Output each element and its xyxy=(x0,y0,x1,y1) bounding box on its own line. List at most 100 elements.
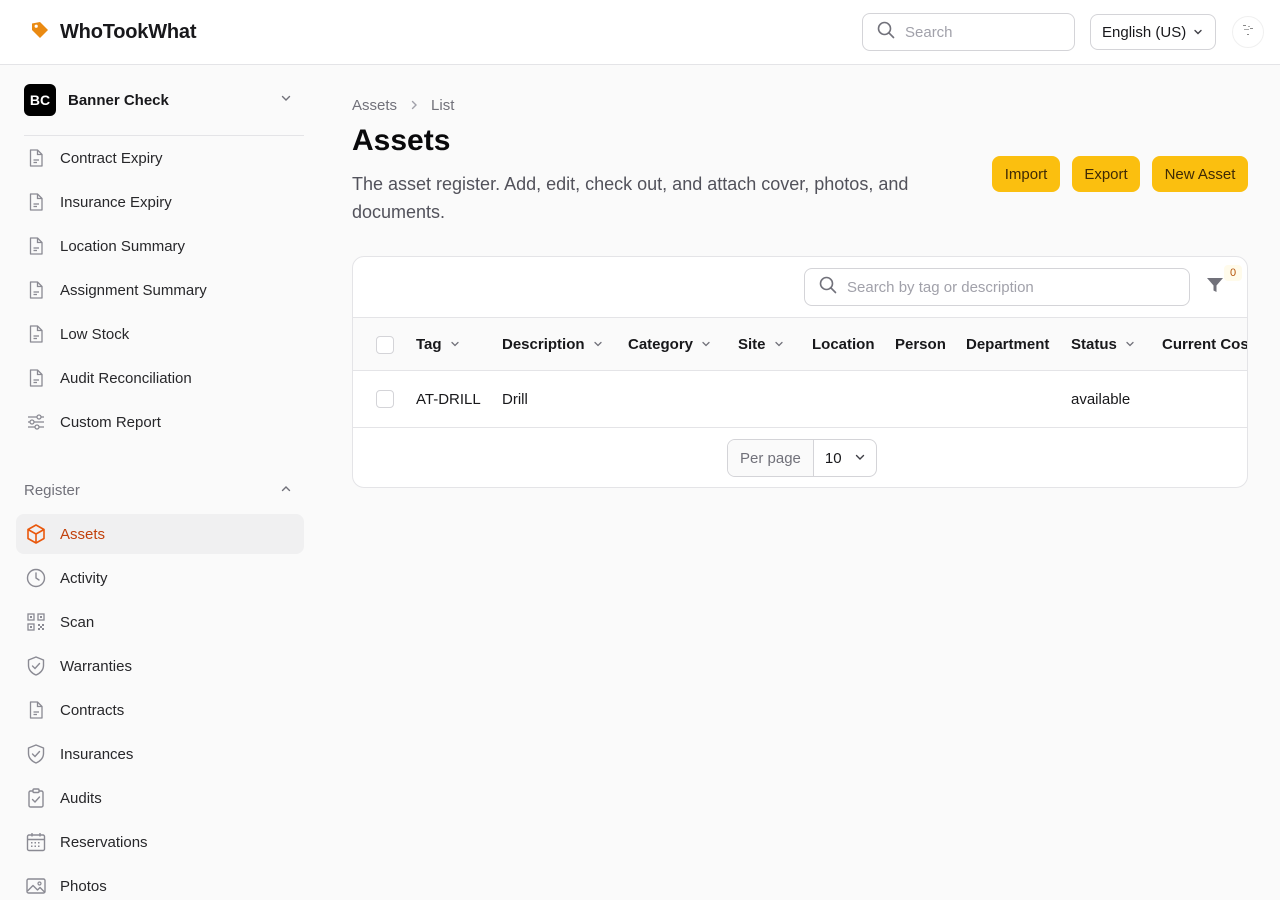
section-label: Register xyxy=(24,481,80,499)
clipboard-check-icon xyxy=(25,787,47,809)
column-label: Site xyxy=(738,335,766,353)
column-header-current-cost: Current Cost xyxy=(1162,318,1248,370)
sidebar-item-insurances[interactable]: Insurances xyxy=(16,734,304,774)
sidebar-item-assignment-summary[interactable]: Assignment Summary xyxy=(16,270,304,310)
chevron-down-icon xyxy=(1193,24,1203,41)
brand-name: WhoTookWhat xyxy=(60,21,197,43)
chevron-down-icon xyxy=(854,450,866,467)
table-header: Tag Description Category Site Location P… xyxy=(353,317,1248,371)
sidebar-item-assets[interactable]: Assets xyxy=(16,514,304,554)
document-icon xyxy=(25,323,47,345)
sidebar-item-label: Reservations xyxy=(60,833,148,851)
select-all-checkbox[interactable] xyxy=(376,336,394,354)
register-section-toggle[interactable]: Register xyxy=(24,481,304,499)
sidebar-item-custom-report[interactable]: Custom Report xyxy=(16,402,304,442)
sidebar-item-label: Low Stock xyxy=(60,325,130,343)
column-header-description[interactable]: Description xyxy=(502,318,603,370)
document-icon xyxy=(25,279,47,301)
search-icon xyxy=(877,21,895,44)
org-badge: BC xyxy=(24,84,56,116)
assets-table-card: 0 Tag Description Category Site Location… xyxy=(352,256,1248,488)
document-icon xyxy=(25,191,47,213)
tag-logo-icon xyxy=(30,20,50,45)
document-icon xyxy=(25,367,47,389)
breadcrumb: Assets List xyxy=(352,97,454,114)
brand[interactable]: WhoTookWhat xyxy=(30,20,196,45)
sidebar-item-label: Custom Report xyxy=(60,413,161,431)
column-label: Description xyxy=(502,335,585,353)
column-label: Status xyxy=(1071,335,1117,353)
chevron-down-icon xyxy=(280,91,292,109)
column-header-department: Department xyxy=(966,318,1049,370)
sidebar: BC Banner Check Contract Expiry Insuranc… xyxy=(0,65,320,900)
sidebar-item-label: Assets xyxy=(60,525,106,543)
sidebar-item-warranties[interactable]: Warranties xyxy=(16,646,304,686)
per-page-control: Per page 10 xyxy=(727,439,877,477)
sidebar-item-audits[interactable]: Audits xyxy=(16,778,304,818)
chevron-up-icon xyxy=(280,482,292,499)
export-button[interactable]: Export xyxy=(1072,156,1140,192)
sidebar-item-label: Activity xyxy=(60,569,108,587)
per-page-label: Per page xyxy=(728,440,814,476)
sidebar-item-contract-expiry[interactable]: Contract Expiry xyxy=(16,138,304,178)
sidebar-item-activity[interactable]: Activity xyxy=(16,558,304,598)
breadcrumb-current: List xyxy=(431,97,455,114)
org-name: Banner Check xyxy=(68,91,169,109)
language-value: English (US) xyxy=(1102,23,1187,41)
shield-check-icon xyxy=(25,655,47,677)
column-label: Person xyxy=(895,335,946,353)
page-title: Assets xyxy=(352,124,451,157)
cell-tag[interactable]: AT-DRILL xyxy=(416,371,481,427)
sidebar-item-label: Contract Expiry xyxy=(60,149,163,167)
document-icon xyxy=(25,699,47,721)
qr-avatar-icon xyxy=(1241,23,1255,42)
cell-status: available xyxy=(1071,390,1131,408)
row-checkbox[interactable] xyxy=(376,390,394,408)
column-label: Current Cost xyxy=(1162,335,1248,353)
sidebar-item-scan[interactable]: Scan xyxy=(16,602,304,642)
column-header-status[interactable]: Status xyxy=(1071,318,1135,370)
sidebar-item-audit-reconciliation[interactable]: Audit Reconciliation xyxy=(16,358,304,398)
sidebar-item-label: Photos xyxy=(60,877,107,895)
cube-icon xyxy=(25,523,47,545)
column-header-location: Location xyxy=(812,318,875,370)
language-select[interactable]: English (US) xyxy=(1090,14,1216,50)
per-page-select[interactable]: 10 xyxy=(814,440,876,476)
sidebar-item-label: Insurances xyxy=(60,745,134,763)
column-label: Tag xyxy=(416,335,442,353)
calendar-icon xyxy=(25,831,47,853)
new-asset-button[interactable]: New Asset xyxy=(1152,156,1248,192)
column-header-site[interactable]: Site xyxy=(738,318,784,370)
table-search-input[interactable] xyxy=(847,278,1167,296)
column-label: Location xyxy=(812,335,875,353)
sidebar-item-low-stock[interactable]: Low Stock xyxy=(16,314,304,354)
chevron-down-icon xyxy=(450,336,460,353)
filter-count-badge: 0 xyxy=(1224,265,1242,281)
sidebar-item-label: Audits xyxy=(60,789,102,807)
global-search-input[interactable] xyxy=(905,23,1055,41)
sidebar-item-label: Location Summary xyxy=(60,237,186,255)
sidebar-item-label: Warranties xyxy=(60,657,132,675)
table-search[interactable] xyxy=(804,268,1190,306)
column-header-category[interactable]: Category xyxy=(628,318,711,370)
org-switcher[interactable]: BC Banner Check xyxy=(24,84,304,116)
sidebar-divider xyxy=(24,135,304,136)
sidebar-item-reservations[interactable]: Reservations xyxy=(16,822,304,862)
sidebar-item-photos[interactable]: Photos xyxy=(16,866,304,900)
table-row[interactable]: AT-DRILL Drill available xyxy=(353,371,1247,428)
breadcrumb-link-assets[interactable]: Assets xyxy=(352,97,397,114)
chevron-right-icon xyxy=(409,97,419,114)
clock-icon xyxy=(25,567,47,589)
page-description: The asset register. Add, edit, check out… xyxy=(352,174,909,222)
user-avatar[interactable] xyxy=(1232,16,1264,48)
column-header-tag[interactable]: Tag xyxy=(416,318,460,370)
column-header-person: Person xyxy=(895,318,946,370)
column-label: Category xyxy=(628,335,694,353)
sidebar-item-insurance-expiry[interactable]: Insurance Expiry xyxy=(16,182,304,222)
sidebar-item-location-summary[interactable]: Location Summary xyxy=(16,226,304,266)
global-search[interactable] xyxy=(862,13,1075,51)
per-page-value: 10 xyxy=(824,449,842,467)
sidebar-item-contracts[interactable]: Contracts xyxy=(16,690,304,730)
sidebar-item-label: Assignment Summary xyxy=(60,281,207,299)
import-button[interactable]: Import xyxy=(992,156,1060,192)
